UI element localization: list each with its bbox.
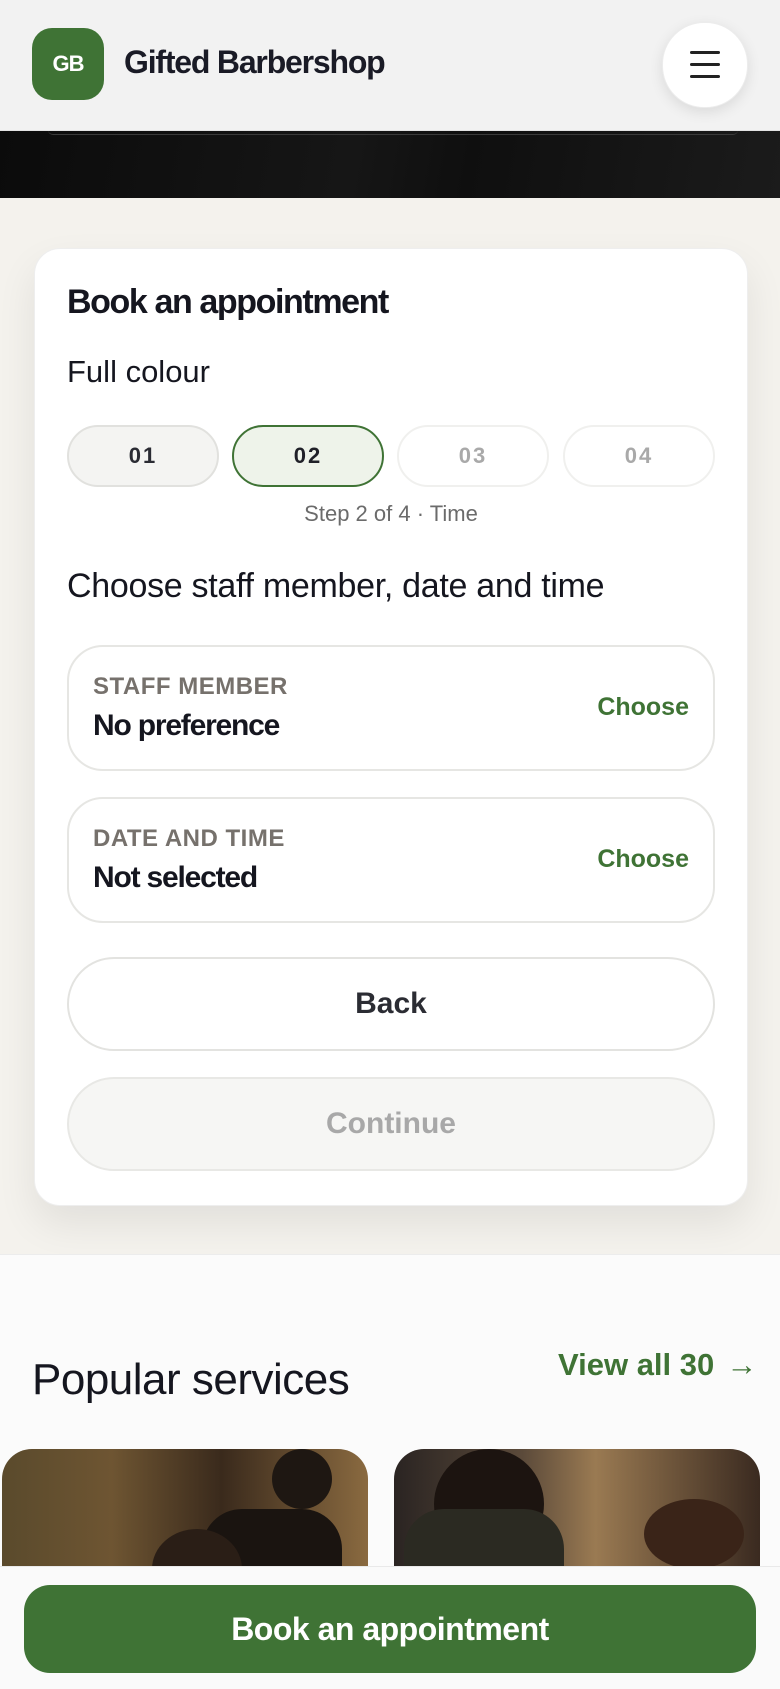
booking-title: Book an appointment bbox=[67, 283, 389, 321]
step-1[interactable]: 01 bbox=[67, 425, 219, 487]
section-title: Choose staff member, date and time bbox=[67, 567, 605, 605]
client-photo-shape bbox=[644, 1499, 744, 1569]
bottom-cta-bar: Book an appointment bbox=[0, 1566, 780, 1689]
hamburger-menu-icon bbox=[690, 63, 720, 66]
book-appointment-button[interactable]: Book an appointment bbox=[24, 1585, 756, 1673]
hamburger-menu-icon bbox=[690, 51, 720, 54]
step-indicator: 01 02 03 04 bbox=[67, 425, 715, 489]
selected-service: Full colour bbox=[67, 354, 210, 389]
step-caption: Step 2 of 4 · Time bbox=[304, 501, 478, 526]
top-header: GB Gifted Barbershop bbox=[0, 0, 780, 131]
brand-name[interactable]: Gifted Barbershop bbox=[124, 44, 386, 81]
date-time-label: DATE AND TIME bbox=[93, 825, 285, 852]
menu-button[interactable] bbox=[662, 22, 748, 108]
choose-date-time-button[interactable]: Choose bbox=[597, 845, 689, 874]
booking-card: Book an appointment Full colour 01 02 03… bbox=[34, 248, 748, 1206]
back-button[interactable]: Back bbox=[67, 957, 715, 1051]
view-all-label: View all 30 bbox=[558, 1347, 715, 1382]
popular-services-title: Popular services bbox=[32, 1355, 350, 1404]
date-time-value: Not selected bbox=[93, 861, 258, 894]
continue-button[interactable]: Continue bbox=[67, 1077, 715, 1171]
staff-member-selector[interactable]: STAFF MEMBER No preference Choose bbox=[67, 645, 715, 771]
staff-member-label: STAFF MEMBER bbox=[93, 673, 288, 700]
view-all-link[interactable]: View all 30 → bbox=[558, 1347, 757, 1383]
step-2[interactable]: 02 bbox=[232, 425, 384, 487]
brand-logo[interactable]: GB bbox=[32, 28, 104, 100]
hero-image-strip bbox=[0, 130, 780, 198]
choose-staff-button[interactable]: Choose bbox=[597, 693, 689, 722]
staff-member-value: No preference bbox=[93, 709, 280, 742]
arrow-right-icon: → bbox=[726, 1347, 758, 1382]
date-time-selector[interactable]: DATE AND TIME Not selected Choose bbox=[67, 797, 715, 923]
step-4: 04 bbox=[563, 425, 715, 487]
hamburger-menu-icon bbox=[690, 75, 720, 78]
barber-photo-shape bbox=[272, 1449, 332, 1509]
step-3: 03 bbox=[397, 425, 549, 487]
